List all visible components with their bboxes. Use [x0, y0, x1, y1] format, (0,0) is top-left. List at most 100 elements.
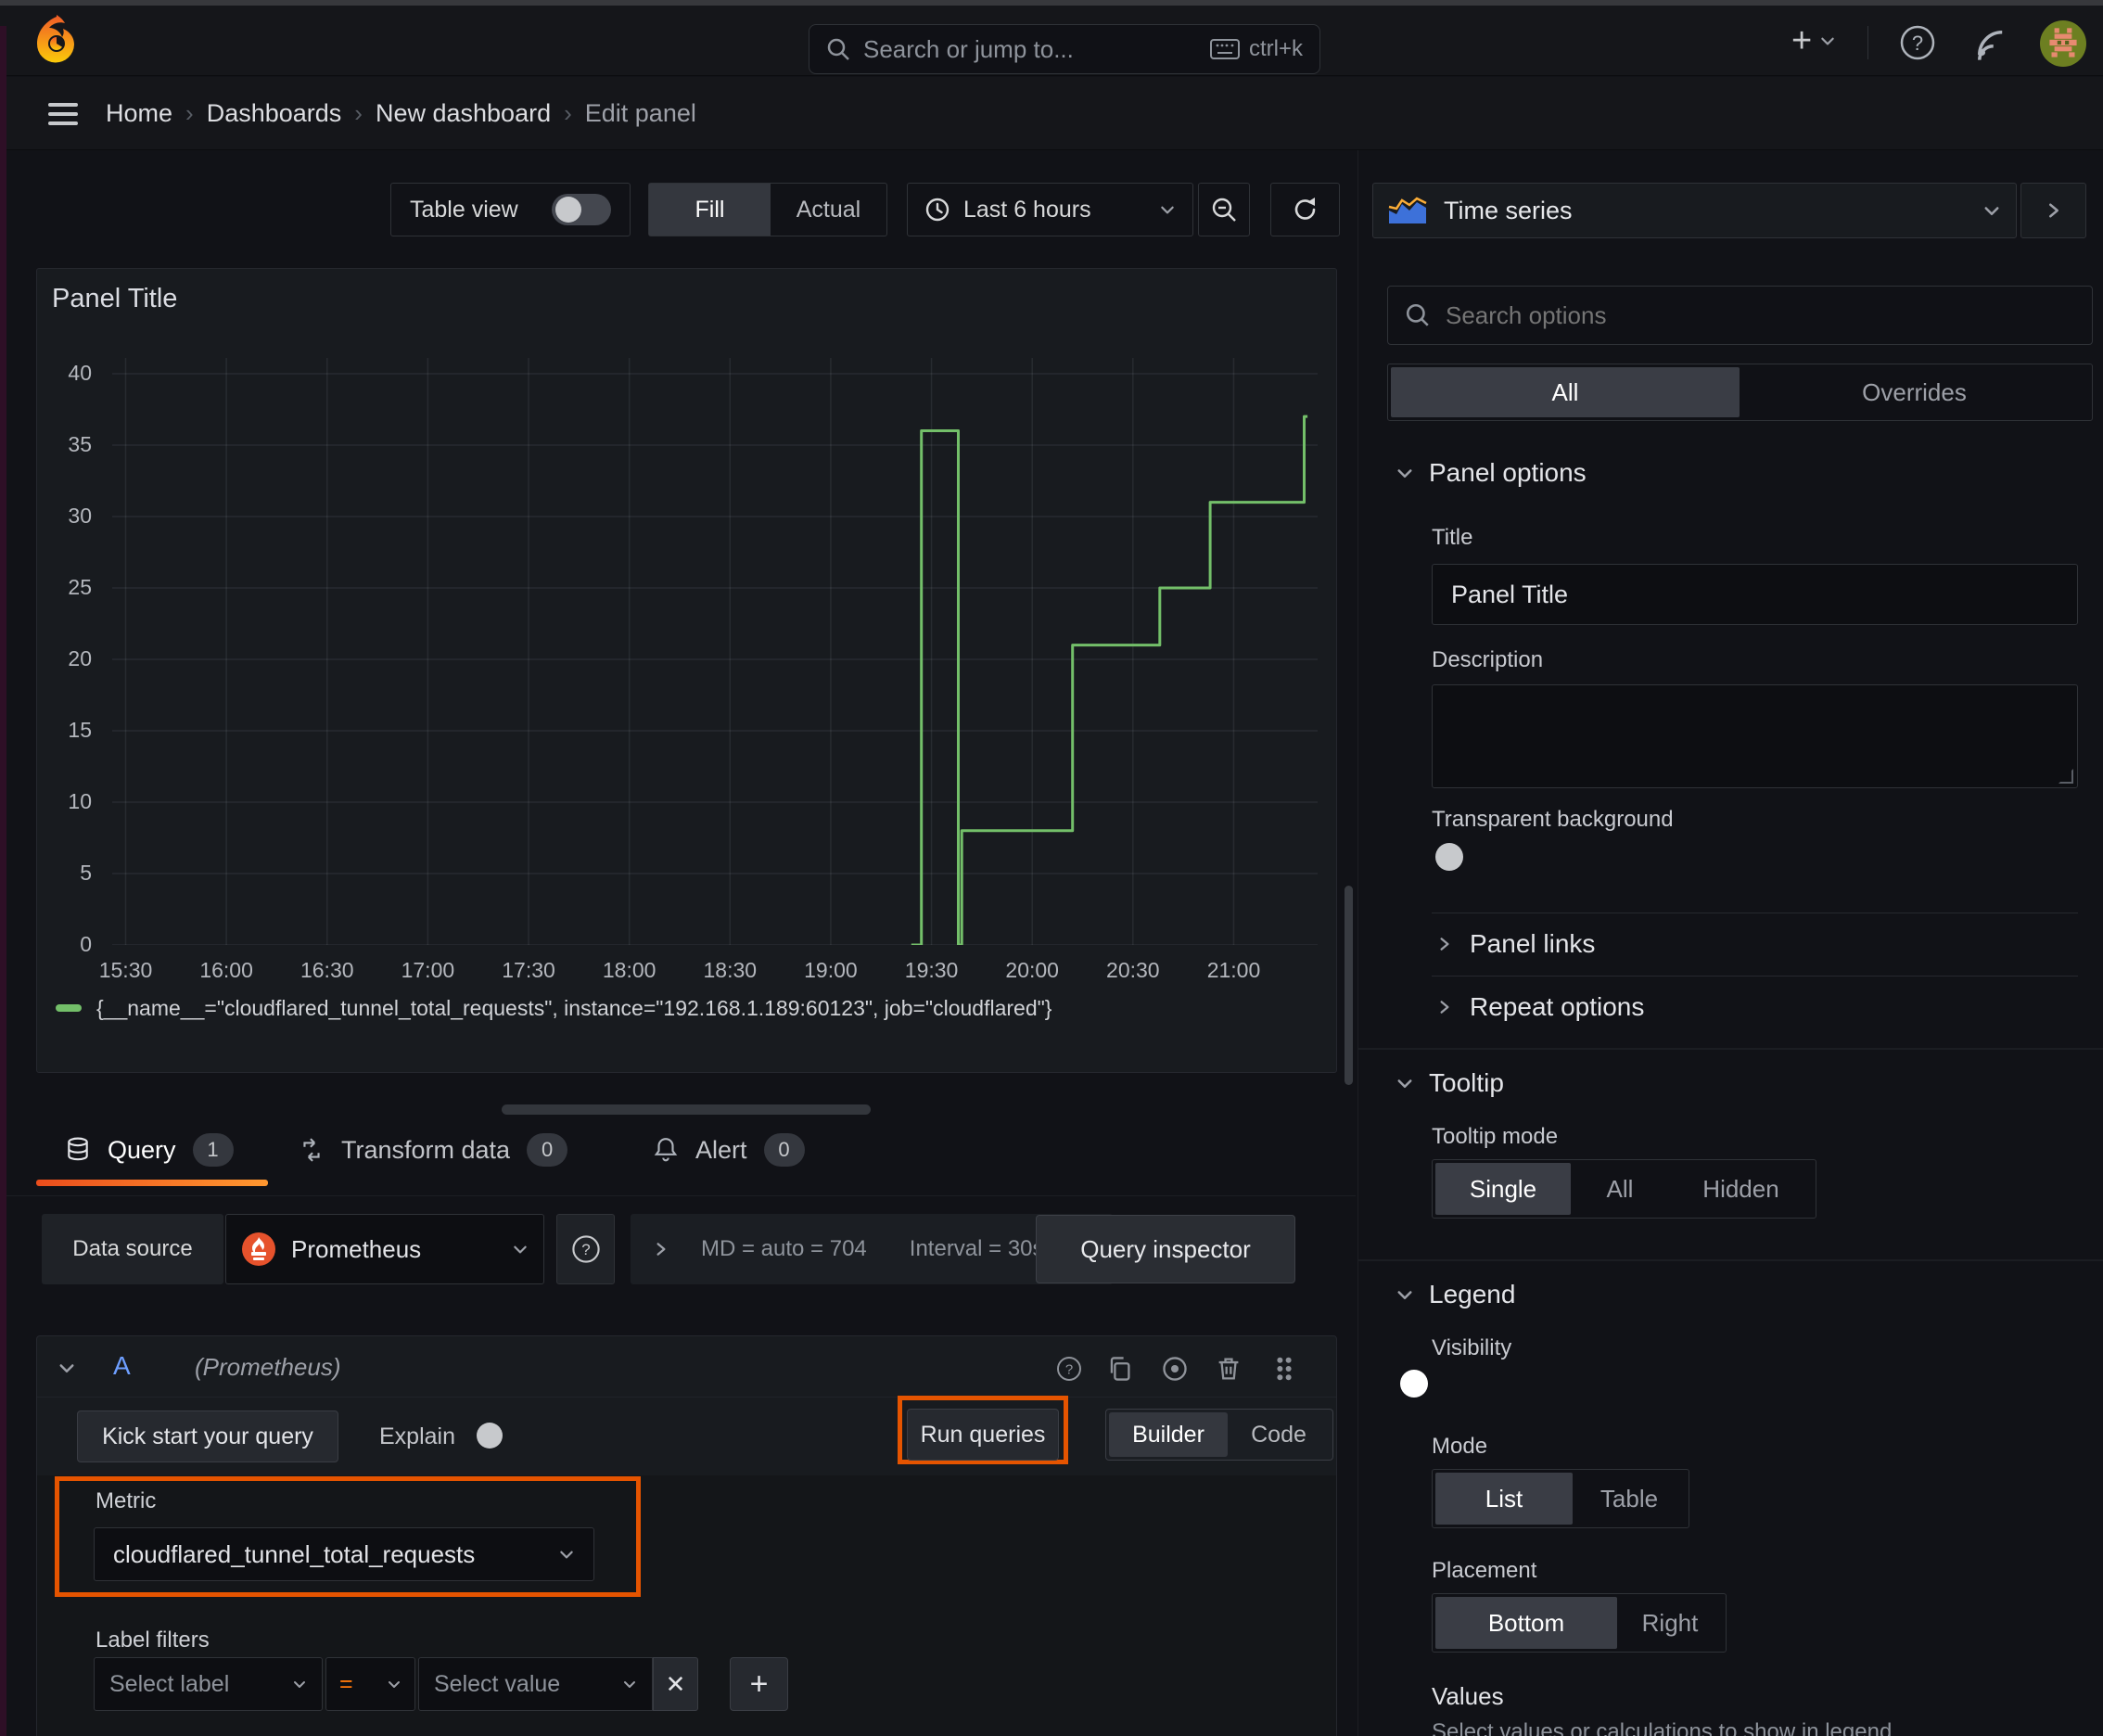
zoom-out-button[interactable] — [1198, 183, 1250, 236]
top-nav-bar: ctrl+k + ? — [0, 6, 2103, 76]
tab-alert[interactable]: Alert 0 — [653, 1133, 805, 1167]
x-axis-label: 16:30 — [300, 958, 354, 982]
keyboard-icon — [1209, 39, 1240, 59]
tabs-divider — [0, 1195, 1356, 1196]
legend-mode-list[interactable]: List — [1435, 1473, 1573, 1525]
news-button[interactable] — [1973, 26, 2008, 61]
x-axis-label: 21:00 — [1206, 958, 1261, 982]
legend-values-help: Select values or calculations to show in… — [1432, 1719, 1893, 1736]
select-value-dropdown[interactable]: Select value — [418, 1657, 653, 1711]
time-range-label: Last 6 hours — [963, 196, 1091, 223]
time-series-plot[interactable] — [112, 358, 1318, 945]
metric-value: cloudflared_tunnel_total_requests — [113, 1539, 476, 1568]
pane-resize-handle[interactable] — [502, 1104, 871, 1115]
tooltip-mode-hidden[interactable]: Hidden — [1669, 1163, 1813, 1215]
visualization-name: Time series — [1444, 196, 1573, 224]
code-option[interactable]: Code — [1228, 1412, 1330, 1457]
y-axis-label: 0 — [80, 932, 92, 956]
active-tab-indicator — [36, 1180, 268, 1186]
x-axis-label: 17:00 — [401, 958, 455, 982]
x-axis-label: 19:00 — [804, 958, 858, 982]
legend-mode-table[interactable]: Table — [1573, 1473, 1686, 1525]
series-line — [911, 415, 1308, 945]
query-row-header[interactable]: A (Prometheus) ? — [37, 1336, 1336, 1398]
chart-legend[interactable]: {__name__="cloudflared_tunnel_total_requ… — [56, 994, 1052, 1022]
actual-option[interactable]: Actual — [771, 184, 886, 236]
search-icon — [1406, 303, 1429, 326]
delete-query-icon[interactable] — [1215, 1355, 1243, 1383]
legend-mode-segmented: List Table — [1432, 1469, 1689, 1528]
metric-select[interactable]: cloudflared_tunnel_total_requests — [94, 1527, 594, 1581]
fill-option[interactable]: Fill — [649, 184, 771, 236]
tooltip-mode-single[interactable]: Single — [1435, 1163, 1571, 1215]
clock-icon — [925, 198, 950, 222]
panel-title-input[interactable] — [1432, 564, 2078, 625]
menu-toggle[interactable] — [48, 103, 78, 125]
kick-start-query-button[interactable]: Kick start your query — [77, 1410, 338, 1462]
series-label[interactable]: {__name__="cloudflared_tunnel_total_requ… — [96, 996, 1052, 1021]
breadcrumb-home[interactable]: Home — [106, 99, 172, 128]
tooltip-section-header[interactable]: Tooltip — [1396, 1068, 1504, 1098]
description-textarea[interactable] — [1432, 684, 2078, 788]
metric-label: Metric — [96, 1488, 157, 1513]
description-label: Description — [1432, 647, 1544, 672]
time-range-picker[interactable]: Last 6 hours — [907, 183, 1193, 236]
new-menu-button[interactable]: + — [1791, 22, 1836, 59]
table-view-switch[interactable] — [552, 194, 611, 225]
search-icon — [827, 38, 849, 60]
run-queries-button[interactable]: Run queries — [907, 1409, 1059, 1461]
close-icon: ✕ — [665, 1669, 686, 1698]
interval-stat: Interval = 30s — [909, 1236, 1044, 1261]
scrollbar-thumb[interactable] — [1345, 886, 1353, 1085]
tooltip-heading: Tooltip — [1429, 1068, 1504, 1097]
datasource-help-button[interactable]: ? — [556, 1214, 615, 1284]
repeat-options-heading: Repeat options — [1470, 992, 1645, 1021]
chevron-right-icon — [1440, 938, 1449, 951]
panel-options-section-header[interactable]: Panel options — [1396, 458, 1587, 488]
global-search[interactable]: ctrl+k — [809, 24, 1320, 74]
legend-placement-right[interactable]: Right — [1617, 1597, 1723, 1649]
select-label-dropdown[interactable]: Select label — [94, 1657, 323, 1711]
breadcrumb-new-dashboard[interactable]: New dashboard — [376, 99, 551, 128]
legend-heading: Legend — [1429, 1280, 1516, 1308]
disable-query-icon[interactable] — [1161, 1355, 1189, 1383]
topbar-divider — [1867, 26, 1868, 59]
operator-dropdown[interactable]: = — [325, 1657, 415, 1711]
tab-overrides[interactable]: Overrides — [1740, 367, 2089, 417]
repeat-options-section-header[interactable]: Repeat options — [1436, 989, 1644, 1026]
collapse-sidebar-button[interactable] — [2020, 183, 2086, 238]
resize-handle-icon[interactable] — [2058, 769, 2073, 784]
grafana-logo-icon[interactable] — [32, 15, 80, 63]
tab-transform[interactable]: Transform data 0 — [299, 1133, 568, 1167]
help-icon[interactable]: ? — [1055, 1355, 1083, 1383]
user-avatar[interactable] — [2040, 20, 2086, 67]
chevron-right-icon[interactable] — [653, 1241, 669, 1257]
legend-section-header[interactable]: Legend — [1396, 1280, 1515, 1309]
x-axis-label: 19:30 — [904, 958, 959, 982]
drag-handle-icon[interactable] — [1270, 1355, 1298, 1383]
visibility-label: Visibility — [1432, 1335, 1512, 1360]
tab-transform-label: Transform data — [341, 1135, 511, 1164]
legend-placement-bottom[interactable]: Bottom — [1435, 1597, 1617, 1649]
duplicate-icon[interactable] — [1105, 1355, 1133, 1383]
table-view-toggle[interactable]: Table view — [390, 183, 631, 236]
remove-filter-button[interactable]: ✕ — [653, 1657, 698, 1711]
options-search-input[interactable] — [1446, 300, 2075, 330]
visualization-picker[interactable]: Time series — [1372, 183, 2017, 238]
datasource-picker[interactable]: Prometheus — [225, 1214, 544, 1284]
time-series-icon — [1388, 197, 1427, 223]
add-filter-button[interactable]: + — [730, 1657, 788, 1711]
builder-option[interactable]: Builder — [1109, 1412, 1228, 1457]
breadcrumb-dashboards[interactable]: Dashboards — [207, 99, 342, 128]
tooltip-mode-all[interactable]: All — [1571, 1163, 1669, 1215]
refresh-button[interactable] — [1270, 183, 1340, 236]
options-search[interactable] — [1387, 286, 2093, 345]
transform-icon — [303, 1138, 320, 1162]
tab-all[interactable]: All — [1391, 367, 1740, 417]
search-input[interactable] — [863, 34, 1197, 64]
panel-links-section-header[interactable]: Panel links — [1436, 925, 1595, 963]
help-button[interactable]: ? — [1899, 24, 1936, 61]
tab-query[interactable]: Query 1 — [65, 1133, 234, 1167]
query-inspector-button[interactable]: Query inspector — [1036, 1215, 1295, 1283]
chevron-down-icon[interactable] — [57, 1359, 76, 1377]
